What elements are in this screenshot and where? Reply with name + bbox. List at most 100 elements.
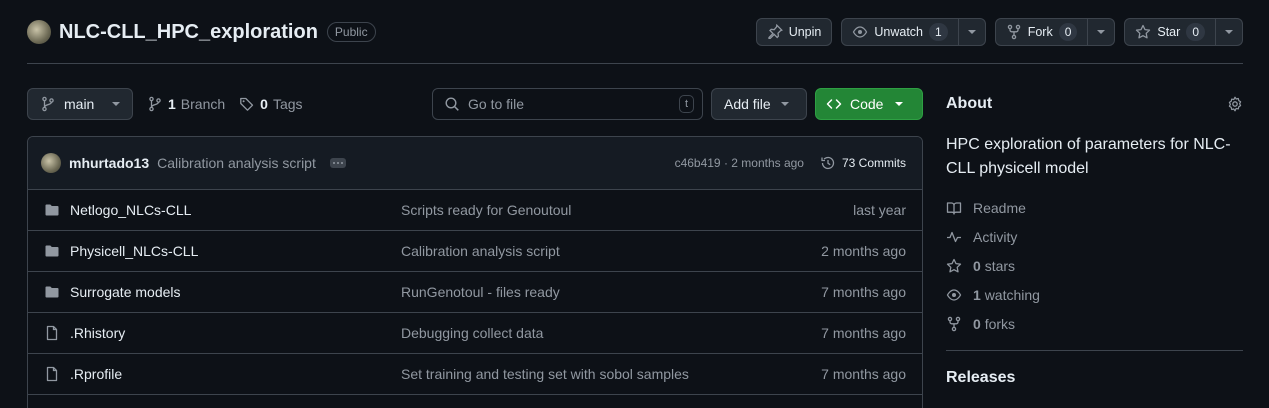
unwatch-dropdown-button[interactable] [958, 18, 986, 46]
pin-icon [768, 24, 783, 40]
commit-message[interactable]: Calibration analysis script [157, 155, 316, 171]
branches-link[interactable]: 1 Branch [147, 96, 225, 112]
search-icon [445, 97, 459, 111]
file-icon [46, 366, 58, 382]
eye-icon [946, 288, 962, 301]
unwatch-count: 1 [929, 23, 948, 41]
go-to-file-box[interactable]: t [432, 88, 703, 120]
file-commit-date: 7 months ago [821, 325, 906, 341]
star-label: Star [1157, 25, 1181, 39]
forks-label: forks [984, 315, 1016, 332]
stars-link[interactable]: 0 stars [946, 251, 1243, 280]
unpin-label: Unpin [788, 25, 822, 39]
file-name[interactable]: Physicell_NLCs-CLL [70, 243, 401, 259]
book-icon [946, 201, 962, 215]
latest-commit-bar: mhurtado13 Calibration analysis script c… [28, 137, 922, 190]
tag-count: 0 [260, 96, 268, 112]
caret-down-icon [1097, 30, 1106, 34]
fork-split: Fork 0 [994, 18, 1116, 46]
file-row[interactable]: .Rprofile Set training and testing set wi… [28, 354, 922, 395]
fork-count: 0 [1058, 23, 1078, 41]
add-file-label: Add file [724, 96, 771, 112]
pulse-icon [947, 231, 961, 242]
unpin-button[interactable]: Unpin [755, 18, 833, 46]
file-commit-date: 7 months ago [821, 366, 906, 382]
folder-icon [45, 204, 59, 216]
repo-name[interactable]: NLC-CLL_HPC_exploration [59, 21, 318, 44]
file-toolbar: main 1 Branch 0 Tags t Add file Code [27, 88, 923, 120]
unwatch-label: Unwatch [874, 25, 923, 39]
file-row[interactable]: Surrogate models RunGenotoul - files read… [28, 272, 922, 313]
file-browser: mhurtado13 Calibration analysis script c… [27, 136, 923, 408]
commit-author[interactable]: mhurtado13 [69, 155, 149, 171]
branch-selector[interactable]: main [27, 88, 133, 120]
tag-icon [240, 97, 254, 111]
caret-down-icon [780, 102, 789, 106]
commits-link[interactable]: 73 Commits [820, 155, 906, 171]
fork-icon [1007, 24, 1020, 40]
star-button[interactable]: Star 0 [1124, 18, 1216, 46]
unwatch-button[interactable]: Unwatch 1 [841, 18, 959, 46]
about-links: Readme Activity 0 stars 1 watching 0 for… [946, 193, 1243, 338]
fork-button[interactable]: Fork 0 [994, 18, 1089, 46]
tag-label: Tags [272, 96, 303, 112]
repo-header: NLC-CLL_HPC_exploration Public Unpin Unw… [27, 17, 1243, 47]
branch-count: 1 [168, 96, 176, 112]
code-icon [826, 99, 842, 109]
file-commit-date: 7 months ago [821, 284, 906, 300]
commit-meta[interactable]: c46b419 · 2 months ago [675, 156, 804, 170]
history-icon [821, 156, 835, 170]
unwatch-split: Unwatch 1 [841, 18, 986, 46]
file-commit-message[interactable]: RunGenotoul - files ready [401, 284, 821, 300]
about-header: About [946, 90, 1243, 118]
file-commit-message[interactable]: Set training and testing set with sobol … [401, 366, 821, 382]
add-file-button[interactable]: Add file [711, 88, 807, 120]
caret-down-icon [895, 102, 904, 106]
owner-avatar[interactable] [27, 20, 51, 44]
forks-link[interactable]: 0 forks [946, 309, 1243, 338]
file-name[interactable]: .Rhistory [70, 325, 401, 341]
star-count: 0 [1186, 23, 1205, 41]
readme-link[interactable]: Readme [946, 193, 1243, 222]
about-sidebar: About HPC exploration of parameters for … [946, 90, 1243, 387]
folder-icon-wrap [44, 243, 60, 259]
fork-label: Fork [1027, 25, 1053, 39]
watching-label: watching [984, 286, 1040, 303]
shortcut-key: t [678, 95, 694, 113]
tags-link[interactable]: 0 Tags [239, 96, 303, 112]
branch-icon [149, 96, 161, 112]
sidebar-divider [946, 350, 1243, 351]
file-name[interactable]: Netlogo_NLCs-CLL [70, 202, 401, 218]
commit-author-avatar[interactable] [41, 153, 61, 173]
caret-down-icon [112, 102, 120, 106]
file-name[interactable]: Surrogate models [70, 284, 401, 300]
file-row[interactable]: Physicell_NLCs-CLL Calibration analysis s… [28, 231, 922, 272]
visibility-badge: Public [326, 22, 376, 42]
fork-dropdown-button[interactable] [1088, 18, 1116, 46]
file-row[interactable]: Netlogo_NLCs-CLL Scripts ready for Genout… [28, 190, 922, 231]
branch-icon [42, 96, 54, 112]
branch-name: main [64, 96, 95, 112]
star-icon [946, 258, 962, 272]
activity-label: Activity [973, 228, 1018, 245]
file-commit-date: 2 months ago [821, 243, 906, 259]
file-row[interactable]: .Rhistory Debugging collect data 7 months … [28, 313, 922, 354]
go-to-file-input[interactable] [468, 96, 671, 112]
folder-icon [45, 286, 59, 298]
watching-link[interactable]: 1 watching [946, 280, 1243, 309]
code-button[interactable]: Code [815, 88, 923, 120]
activity-link[interactable]: Activity [946, 222, 1243, 251]
folder-icon-wrap [44, 202, 60, 218]
file-list: Netlogo_NLCs-CLL Scripts ready for Genout… [28, 190, 922, 395]
file-commit-message[interactable]: Calibration analysis script [401, 243, 821, 259]
branch-label: Branch [180, 96, 226, 112]
header-divider [27, 63, 1243, 64]
file-commit-message[interactable]: Scripts ready for Genoutoul [401, 202, 853, 218]
folder-icon-wrap [44, 284, 60, 300]
releases-heading[interactable]: Releases [946, 369, 1243, 387]
gear-icon[interactable] [1227, 96, 1243, 112]
file-commit-message[interactable]: Debugging collect data [401, 325, 821, 341]
expand-commit-button[interactable] [329, 158, 346, 168]
star-dropdown-button[interactable] [1216, 18, 1243, 46]
file-name[interactable]: .Rprofile [70, 366, 401, 382]
